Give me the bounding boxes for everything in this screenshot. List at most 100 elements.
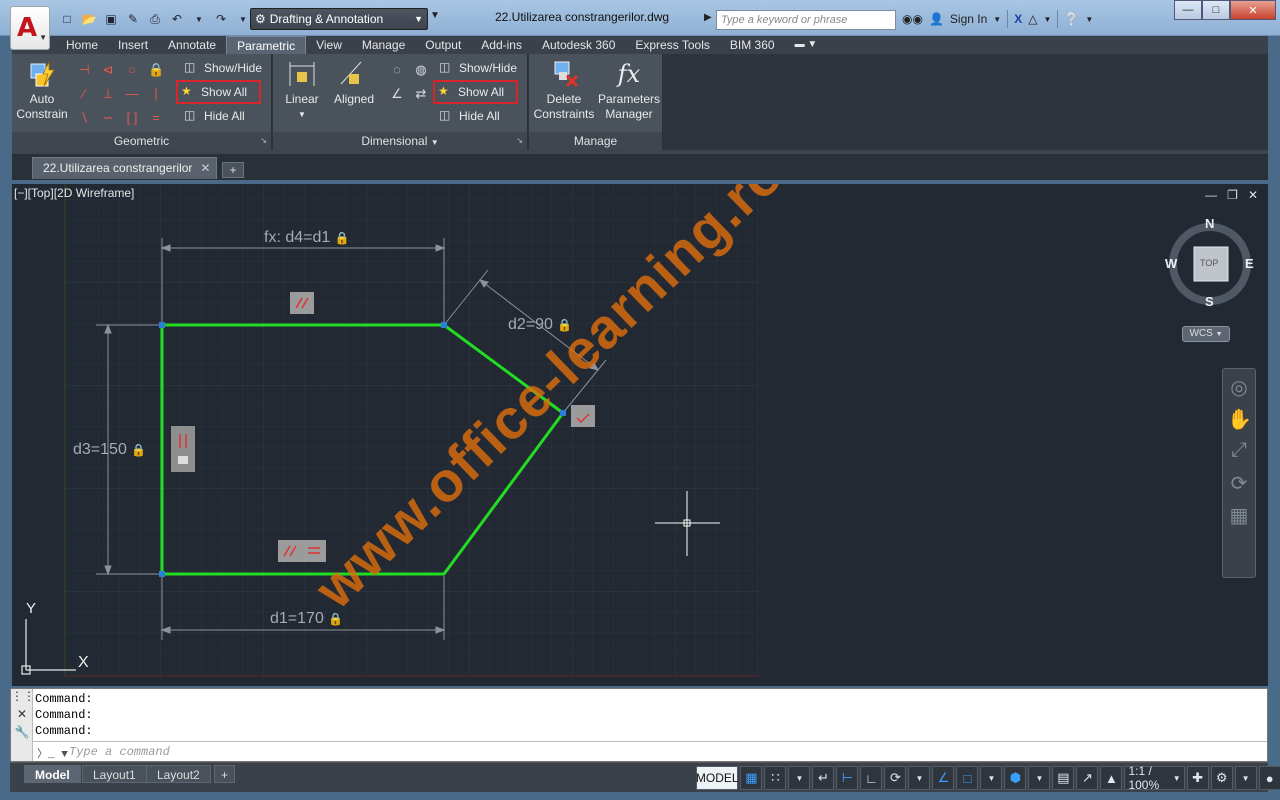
open-folder-icon[interactable]: 📂	[80, 11, 98, 27]
symmetric-icon[interactable]: [ ]	[124, 110, 140, 126]
viewcube-east[interactable]: E	[1245, 256, 1254, 271]
snap-icon[interactable]: ∷	[764, 766, 787, 790]
chevron-down-icon[interactable]: ▼	[1043, 15, 1051, 24]
new-tab-button[interactable]: +	[222, 162, 244, 178]
parallel-icon[interactable]: ∕	[76, 86, 92, 102]
chevron-down-icon[interactable]: ▼	[980, 766, 1003, 790]
chevron-down-icon[interactable]: ▼	[993, 15, 1001, 24]
viewcube-west[interactable]: W	[1165, 256, 1177, 271]
maximize-button[interactable]: □	[1202, 0, 1230, 20]
binoculars-icon[interactable]: ◉◉	[902, 12, 923, 26]
undo-icon[interactable]: ↶	[168, 11, 186, 27]
tab-view[interactable]: View	[306, 36, 352, 54]
horizontal-icon[interactable]: —	[124, 86, 140, 102]
a360-icon[interactable]: △	[1028, 12, 1037, 26]
minimize-button[interactable]: —	[1174, 0, 1202, 20]
chevron-down-icon[interactable]: ▼	[1085, 15, 1093, 24]
ortho-icon[interactable]: ∟	[860, 766, 883, 790]
save-icon[interactable]: ▣	[102, 11, 120, 27]
restore-icon[interactable]: ❐	[1227, 188, 1238, 202]
tab-insert[interactable]: Insert	[108, 36, 158, 54]
tab-annotate[interactable]: Annotate	[158, 36, 226, 54]
viewcube-north[interactable]: N	[1205, 216, 1214, 231]
save-as-icon[interactable]: ✎	[124, 11, 142, 27]
tab-home[interactable]: Home	[56, 36, 108, 54]
layout-tab-model[interactable]: Model	[24, 765, 81, 783]
layout-tab-layout1[interactable]: Layout1	[82, 765, 147, 783]
diameter-icon[interactable]: ◍	[413, 62, 429, 78]
tangent-icon[interactable]: ∖	[76, 110, 92, 126]
dimensional-panel-title[interactable]: Dimensional ▼ ↘	[273, 132, 527, 150]
wrench-icon[interactable]: 🔧	[11, 725, 33, 743]
ribbon-toggle-icon[interactable]: ▬ ▼	[785, 36, 828, 54]
grid-icon[interactable]: ▦	[740, 766, 763, 790]
radius-icon[interactable]: ◌	[389, 62, 405, 78]
undo-dropdown-icon[interactable]: ▼	[190, 11, 208, 27]
customize-qat-icon[interactable]: ▼	[430, 10, 444, 28]
file-tab-active[interactable]: 22.Utilizarea constrangerilor ✕	[32, 157, 218, 179]
dimensional-show-hide-button[interactable]: ◫ Show/Hide	[439, 58, 517, 78]
dimension-d2[interactable]: d2=90 🔒	[508, 316, 572, 334]
application-menu-button[interactable]: A ▼	[10, 6, 50, 50]
chevron-down-icon[interactable]: ▼	[788, 766, 811, 790]
close-icon[interactable]: ✕	[200, 158, 210, 178]
equal-icon[interactable]: =	[148, 110, 164, 126]
geometric-hide-all-button[interactable]: ◫ Hide All	[184, 106, 245, 126]
workspace-switcher[interactable]: ⚙ Drafting & Annotation ▼	[250, 8, 428, 30]
dimensional-hide-all-button[interactable]: ◫ Hide All	[439, 106, 500, 126]
vertical-icon[interactable]: |	[148, 86, 164, 102]
dimension-d4[interactable]: fx: d4=d1 🔒	[264, 229, 350, 247]
convert-icon[interactable]: ⇄	[413, 86, 429, 102]
close-icon[interactable]: ✕	[11, 707, 33, 725]
command-input[interactable]: 〉_ ▼ Type a command	[33, 741, 1267, 761]
tab-add-ins[interactable]: Add-ins	[471, 36, 532, 54]
workspace-icon[interactable]: ⚙	[1210, 766, 1233, 790]
close-button[interactable]: ✕	[1230, 0, 1276, 20]
chevron-down-icon[interactable]: ▼	[1028, 766, 1051, 790]
3d-osnap-icon[interactable]: ⬢	[1004, 766, 1027, 790]
model-space-button[interactable]: MODEL	[696, 766, 739, 790]
viewcube-top-face[interactable]: TOP	[1200, 258, 1218, 268]
exchange-icon[interactable]: X	[1014, 12, 1022, 26]
concentric-icon[interactable]: ○	[124, 62, 140, 78]
grip-icon[interactable]: ⋮⋮	[11, 689, 35, 707]
dimension-d3[interactable]: d3=150 🔒	[73, 441, 146, 459]
dynamic-input-icon[interactable]: ⊢	[836, 766, 859, 790]
fix-lock-icon[interactable]: 🔒	[148, 62, 164, 78]
tab-autodesk-360[interactable]: Autodesk 360	[532, 36, 625, 54]
help-icon[interactable]: ❔	[1064, 12, 1079, 26]
new-file-icon[interactable]: □	[58, 11, 76, 27]
tab-express-tools[interactable]: Express Tools	[625, 36, 719, 54]
chevron-down-icon[interactable]: ▼	[908, 766, 931, 790]
coincident-icon[interactable]: ⊣	[76, 62, 92, 78]
parameters-manager-button[interactable]: fx Parameters Manager	[597, 58, 661, 122]
auto-constrain-button[interactable]: Auto Constrain	[16, 58, 68, 122]
tab-parametric[interactable]: Parametric	[226, 36, 307, 54]
user-icon[interactable]: 👤	[929, 12, 944, 26]
smooth-icon[interactable]: ∽	[100, 110, 116, 126]
tab-output[interactable]: Output	[415, 36, 471, 54]
geometric-show-hide-button[interactable]: ◫ Show/Hide	[184, 58, 262, 78]
isodraft-icon[interactable]: ∠	[932, 766, 955, 790]
tab-bim-360[interactable]: BIM 360	[720, 36, 785, 54]
viewport-controls-label[interactable]: [−][Top][2D Wireframe]	[14, 186, 134, 200]
collinear-icon[interactable]: ⊲	[100, 62, 116, 78]
sign-in-button[interactable]: Sign In	[950, 12, 987, 26]
angular-icon[interactable]: ∠	[389, 86, 405, 102]
layout-tab-layout2[interactable]: Layout2	[146, 765, 211, 783]
perpendicular-icon[interactable]: ⊥	[100, 86, 116, 102]
pan-hand-icon[interactable]: ✋	[1227, 407, 1252, 433]
viewcube-south[interactable]: S	[1205, 294, 1214, 309]
dialog-launcher-icon[interactable]: ↘	[260, 132, 267, 150]
infer-constraints-icon[interactable]: ↵	[812, 766, 835, 790]
polar-icon[interactable]: ⟳	[884, 766, 907, 790]
isolate-objects-icon[interactable]: ●	[1258, 766, 1280, 790]
search-expand-icon[interactable]: ▶	[704, 12, 712, 23]
annotation-scale-icon[interactable]: ▲	[1100, 766, 1123, 790]
showmotion-icon[interactable]: ▦	[1227, 503, 1251, 529]
steering-wheel-icon[interactable]: ◎	[1227, 375, 1251, 401]
tab-manage[interactable]: Manage	[352, 36, 415, 54]
close-icon[interactable]: ✕	[1248, 188, 1258, 202]
drawing-viewport[interactable]: fx: d4=d1 🔒 d2=90 🔒 d3=150 🔒 d1=170 🔒 [−…	[12, 184, 1268, 686]
aligned-button[interactable]: Aligned	[329, 58, 379, 107]
